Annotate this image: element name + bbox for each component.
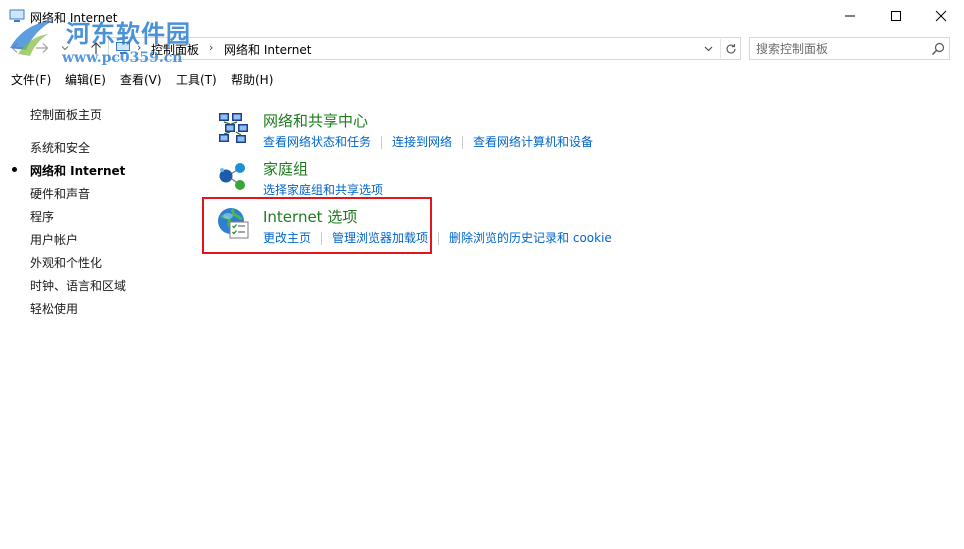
category-links-network-sharing: 查看网络状态和任务 连接到网络 查看网络计算机和设备 [263,133,593,150]
menu-bar: 文件(F) 编辑(E) 查看(V) 工具(T) 帮助(H) [0,68,964,90]
address-history-dropdown[interactable] [699,39,717,58]
breadcrumb-network-internet[interactable]: 网络和 Internet [224,41,311,58]
menu-tools[interactable]: 工具(T) [176,71,217,88]
address-bar[interactable]: › 控制面板 › 网络和 Internet [108,37,741,60]
maximize-button[interactable] [873,0,919,32]
link-view-network-status[interactable]: 查看网络状态和任务 [263,135,371,149]
chevron-down-icon [61,46,69,51]
control-panel-icon [116,42,130,54]
close-icon [935,10,947,22]
up-arrow-icon [91,42,101,54]
link-homegroup-sharing-options[interactable]: 选择家庭组和共享选项 [263,183,383,197]
search-icon[interactable] [930,41,946,57]
sidebar-item-system-security[interactable]: 系统和安全 [30,139,90,156]
homegroup-icon[interactable] [216,158,252,194]
menu-view[interactable]: 查看(V) [120,71,162,88]
back-button[interactable] [8,38,28,58]
minimize-icon [845,15,855,17]
recent-locations-button[interactable] [58,38,72,58]
back-arrow-icon [11,43,24,53]
refresh-button[interactable] [720,39,740,58]
sidebar-item-programs[interactable]: 程序 [30,208,54,225]
search-input[interactable] [756,40,926,57]
control-panel-window: 网络和 Internet › 控制面板 › 网络和 Internet 搜索控制面… [0,0,964,549]
search-box[interactable] [749,37,950,60]
up-button[interactable] [86,38,106,58]
active-bullet-icon [12,167,17,172]
link-divider [462,136,464,149]
breadcrumb-separator: › [137,41,142,54]
forward-arrow-icon [36,43,49,53]
breadcrumb-control-panel[interactable]: 控制面板 [151,41,199,58]
sidebar-item-user-accounts[interactable]: 用户帐户 [30,231,78,248]
sidebar-item-hardware-sound[interactable]: 硬件和声音 [30,185,90,202]
link-divider [438,232,440,245]
maximize-icon [891,11,901,21]
sidebar-item-network-internet[interactable]: 网络和 Internet [30,162,125,179]
link-divider [381,136,383,149]
sidebar-item-ease-of-access[interactable]: 轻松使用 [30,300,78,317]
sidebar-item-appearance[interactable]: 外观和个性化 [30,254,102,271]
sidebar-item-home[interactable]: 控制面板主页 [30,106,102,123]
refresh-icon [725,43,736,54]
close-button[interactable] [918,0,964,32]
forward-button[interactable] [32,38,52,58]
link-connect-network[interactable]: 连接到网络 [392,135,452,149]
breadcrumb-separator: › [209,41,214,54]
network-sharing-icon[interactable] [216,110,252,146]
category-title-network-sharing[interactable]: 网络和共享中心 [263,110,368,131]
minimize-button[interactable] [827,0,873,32]
category-title-homegroup[interactable]: 家庭组 [263,158,308,179]
title-bar: 网络和 Internet [0,0,964,32]
link-view-network-computers[interactable]: 查看网络计算机和设备 [473,135,593,149]
chevron-down-icon [704,46,712,51]
menu-file[interactable]: 文件(F) [11,71,51,88]
menu-help[interactable]: 帮助(H) [231,71,273,88]
link-delete-history[interactable]: 删除浏览的历史记录和 cookie [449,231,612,245]
control-panel-icon [9,9,25,22]
window-title: 网络和 Internet [30,11,118,25]
menu-edit[interactable]: 编辑(E) [65,71,106,88]
highlight-box [202,197,432,254]
category-links-homegroup: 选择家庭组和共享选项 [263,181,383,198]
sidebar-item-clock-language[interactable]: 时钟、语言和区域 [30,277,126,294]
